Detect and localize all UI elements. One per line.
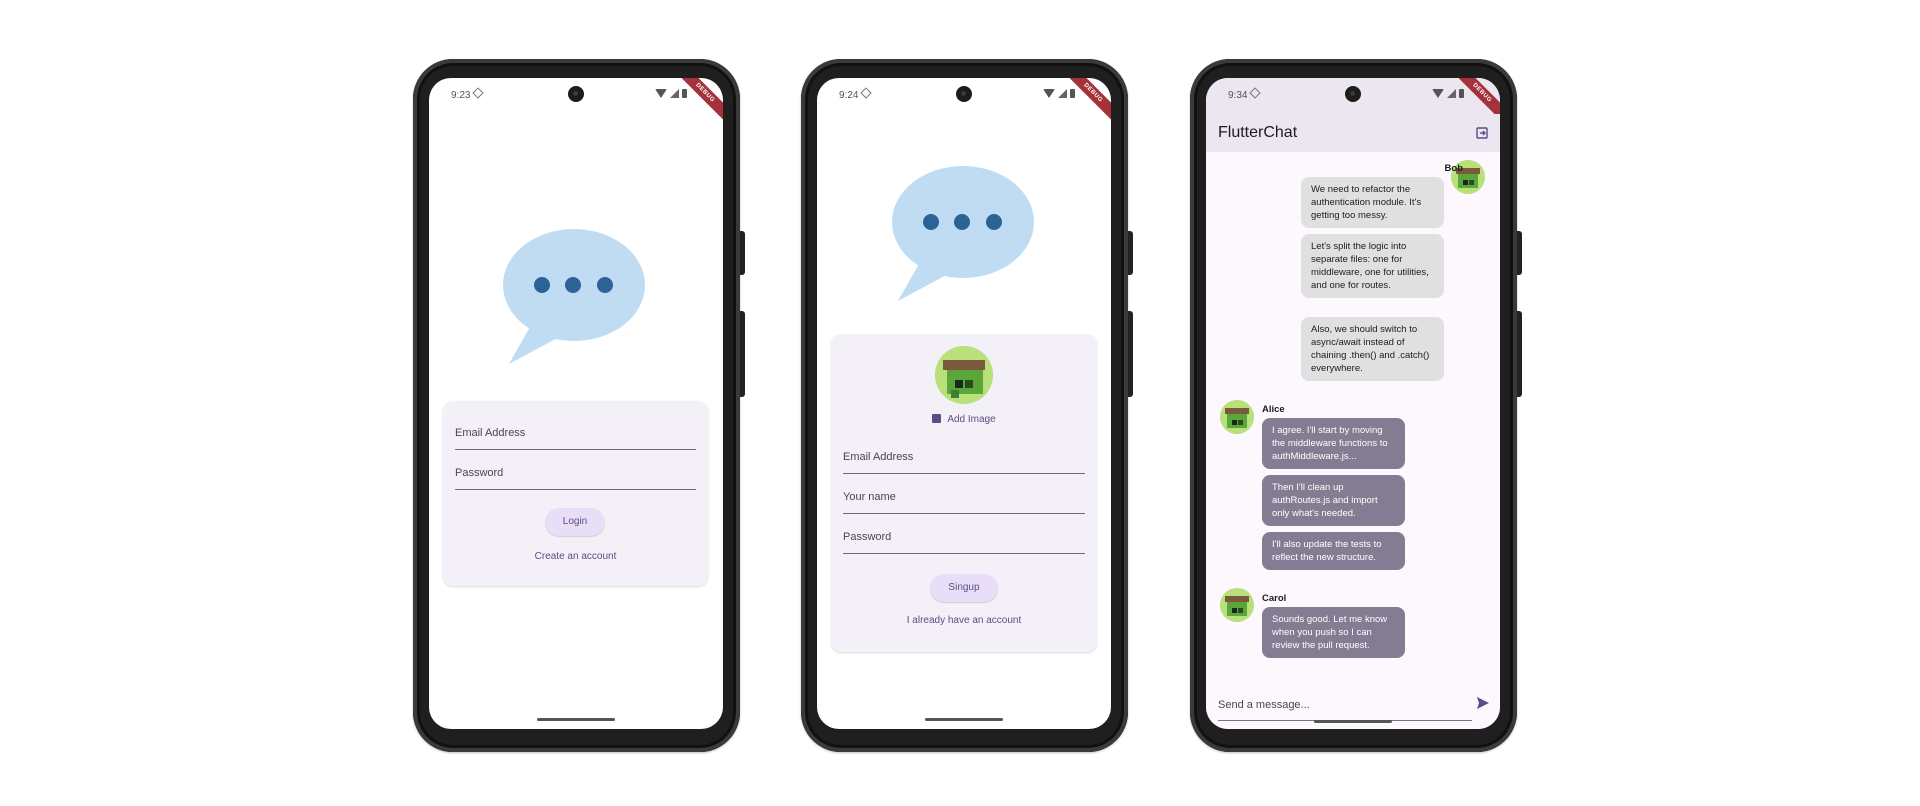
home-indicator[interactable] bbox=[537, 718, 615, 721]
system-icons bbox=[1043, 89, 1075, 98]
status-bar: 9:24 bbox=[817, 78, 1111, 114]
signup-button[interactable]: Singup bbox=[930, 574, 998, 602]
name-label: Your name bbox=[843, 491, 896, 503]
message-input[interactable]: Send a message... bbox=[1218, 692, 1472, 721]
message-placeholder: Send a message... bbox=[1218, 699, 1310, 711]
password-field[interactable]: Password bbox=[455, 451, 696, 490]
signal-icon bbox=[1447, 89, 1456, 98]
email-label: Email Address bbox=[455, 427, 526, 439]
screen: 9:34 DEBUG FlutterChat Bob We need to re… bbox=[1206, 78, 1500, 729]
phone-signup: 9:24 DEBUG Add Image Email Address Your … bbox=[801, 59, 1133, 752]
power-button bbox=[740, 311, 745, 397]
notification-icon bbox=[860, 87, 873, 99]
wifi-icon bbox=[655, 89, 667, 98]
volume-button bbox=[1128, 231, 1133, 275]
avatar-image bbox=[1220, 588, 1254, 622]
status-time: 9:34 bbox=[1228, 90, 1248, 101]
image-icon bbox=[932, 414, 942, 423]
message-list[interactable]: Bob We need to refactor the authenticati… bbox=[1206, 152, 1500, 729]
message-bubble: Also, we should switch to async/await in… bbox=[1301, 317, 1444, 381]
home-indicator[interactable] bbox=[925, 718, 1003, 721]
battery-icon bbox=[682, 89, 687, 98]
status-time: 9:24 bbox=[839, 90, 859, 101]
app-bar: FlutterChat bbox=[1206, 114, 1500, 152]
front-camera bbox=[1345, 86, 1361, 102]
name-field[interactable]: Your name bbox=[843, 475, 1085, 514]
have-account-label[interactable]: I already have an account bbox=[907, 615, 1022, 626]
front-camera bbox=[956, 86, 972, 102]
message-bubble: I'll also update the tests to reflect th… bbox=[1262, 532, 1405, 570]
message-bubble: Then I'll clean up authRoutes.js and imp… bbox=[1262, 475, 1405, 526]
username-bob: Bob bbox=[1444, 163, 1463, 174]
email-field[interactable]: Email Address bbox=[843, 435, 1085, 474]
screen: 9:23 DEBUG Email Address Password Login bbox=[429, 78, 723, 729]
avatar-preview[interactable] bbox=[935, 346, 993, 404]
status-time-wrap: 9:34 bbox=[1228, 87, 1262, 101]
wifi-icon bbox=[1432, 89, 1444, 98]
avatar-image bbox=[935, 346, 993, 404]
create-account-link[interactable]: Create an account bbox=[443, 551, 708, 562]
power-button bbox=[1517, 311, 1522, 397]
system-icons bbox=[1432, 89, 1464, 98]
status-time-wrap: 9:23 bbox=[451, 87, 485, 101]
create-account-label[interactable]: Create an account bbox=[535, 551, 617, 562]
email-label: Email Address bbox=[843, 451, 914, 463]
chat-bubble-logo bbox=[892, 166, 1034, 301]
system-icons bbox=[655, 89, 687, 98]
phone-login: 9:23 DEBUG Email Address Password Login bbox=[413, 59, 745, 752]
app-title: FlutterChat bbox=[1218, 124, 1298, 141]
username-alice: Alice bbox=[1262, 404, 1285, 415]
chat-bubble-logo bbox=[503, 229, 645, 364]
avatar-image bbox=[1220, 400, 1254, 434]
logout-icon[interactable] bbox=[1476, 127, 1488, 139]
notification-icon bbox=[472, 87, 485, 99]
volume-button bbox=[1517, 231, 1522, 275]
signup-card: Add Image Email Address Your name Passwo… bbox=[831, 334, 1097, 652]
home-indicator[interactable] bbox=[1314, 720, 1392, 723]
power-button bbox=[1128, 311, 1133, 397]
add-image-label[interactable]: Add Image bbox=[947, 414, 995, 425]
login-card: Email Address Password Login Create an a… bbox=[443, 401, 708, 586]
email-field[interactable]: Email Address bbox=[455, 411, 696, 450]
message-bubble: I agree. I'll start by moving the middle… bbox=[1262, 418, 1405, 469]
phone-chat: 9:34 DEBUG FlutterChat Bob We need to re… bbox=[1190, 59, 1522, 752]
avatar-alice bbox=[1220, 400, 1254, 434]
screen: 9:24 DEBUG Add Image Email Address Your … bbox=[817, 78, 1111, 729]
add-image-button[interactable]: Add Image bbox=[831, 414, 1097, 425]
status-bar: 9:34 bbox=[1206, 78, 1500, 114]
send-icon[interactable] bbox=[1476, 696, 1490, 710]
message-bubble: Sounds good. Let me know when you push s… bbox=[1262, 607, 1405, 658]
password-label: Password bbox=[455, 467, 504, 479]
password-field[interactable]: Password bbox=[843, 515, 1085, 554]
status-bar: 9:23 bbox=[429, 78, 723, 114]
volume-button bbox=[740, 231, 745, 275]
avatar-carol bbox=[1220, 588, 1254, 622]
front-camera bbox=[568, 86, 584, 102]
status-time-wrap: 9:24 bbox=[839, 87, 873, 101]
username-carol: Carol bbox=[1262, 593, 1287, 604]
have-account-link[interactable]: I already have an account bbox=[831, 615, 1097, 626]
wifi-icon bbox=[1043, 89, 1055, 98]
status-time: 9:23 bbox=[451, 90, 471, 101]
battery-icon bbox=[1070, 89, 1075, 98]
password-label: Password bbox=[843, 531, 892, 543]
signal-icon bbox=[670, 89, 679, 98]
signal-icon bbox=[1058, 89, 1067, 98]
notification-icon bbox=[1249, 87, 1262, 99]
message-bubble: Let's split the logic into separate file… bbox=[1301, 234, 1444, 298]
battery-icon bbox=[1459, 89, 1464, 98]
message-bubble: We need to refactor the authentication m… bbox=[1301, 177, 1444, 228]
login-button[interactable]: Login bbox=[545, 508, 605, 536]
